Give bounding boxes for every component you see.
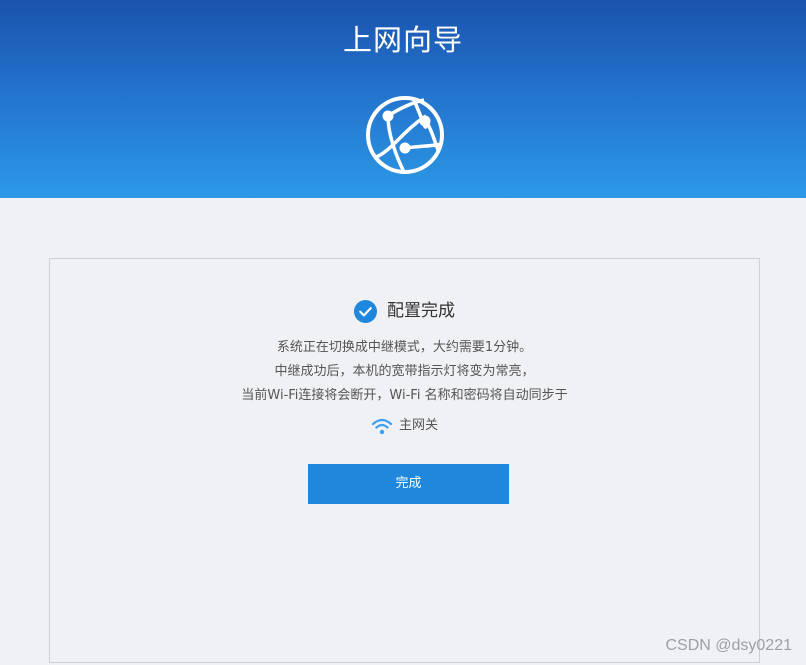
watermark: CSDN @dsy0221 (665, 637, 792, 654)
message-line-3: 当前Wi-Fi连接将会断开，Wi-Fi 名称和密码将自动同步于 (241, 388, 568, 403)
message-line-2: 中继成功后，本机的宽带指示灯将变为常亮， (274, 364, 535, 379)
header-banner: 上网向导 (0, 0, 806, 198)
gateway-row: 主网关 (50, 416, 759, 436)
result-card: 配置完成 系统正在切换成中继模式，大约需要1分钟。 中继成功后，本机的宽带指示灯… (49, 258, 760, 663)
check-circle-icon (354, 299, 377, 323)
status-row: 配置完成 (50, 298, 759, 324)
status-text: 配置完成 (387, 301, 455, 321)
globe-network-icon (366, 96, 444, 174)
message-line-1: 系统正在切换成中继模式，大约需要1分钟。 (276, 340, 533, 355)
done-button[interactable]: 完成 (308, 464, 509, 504)
wifi-icon (371, 418, 393, 435)
gateway-label: 主网关 (398, 418, 438, 433)
page-title: 上网向导 (342, 23, 463, 57)
